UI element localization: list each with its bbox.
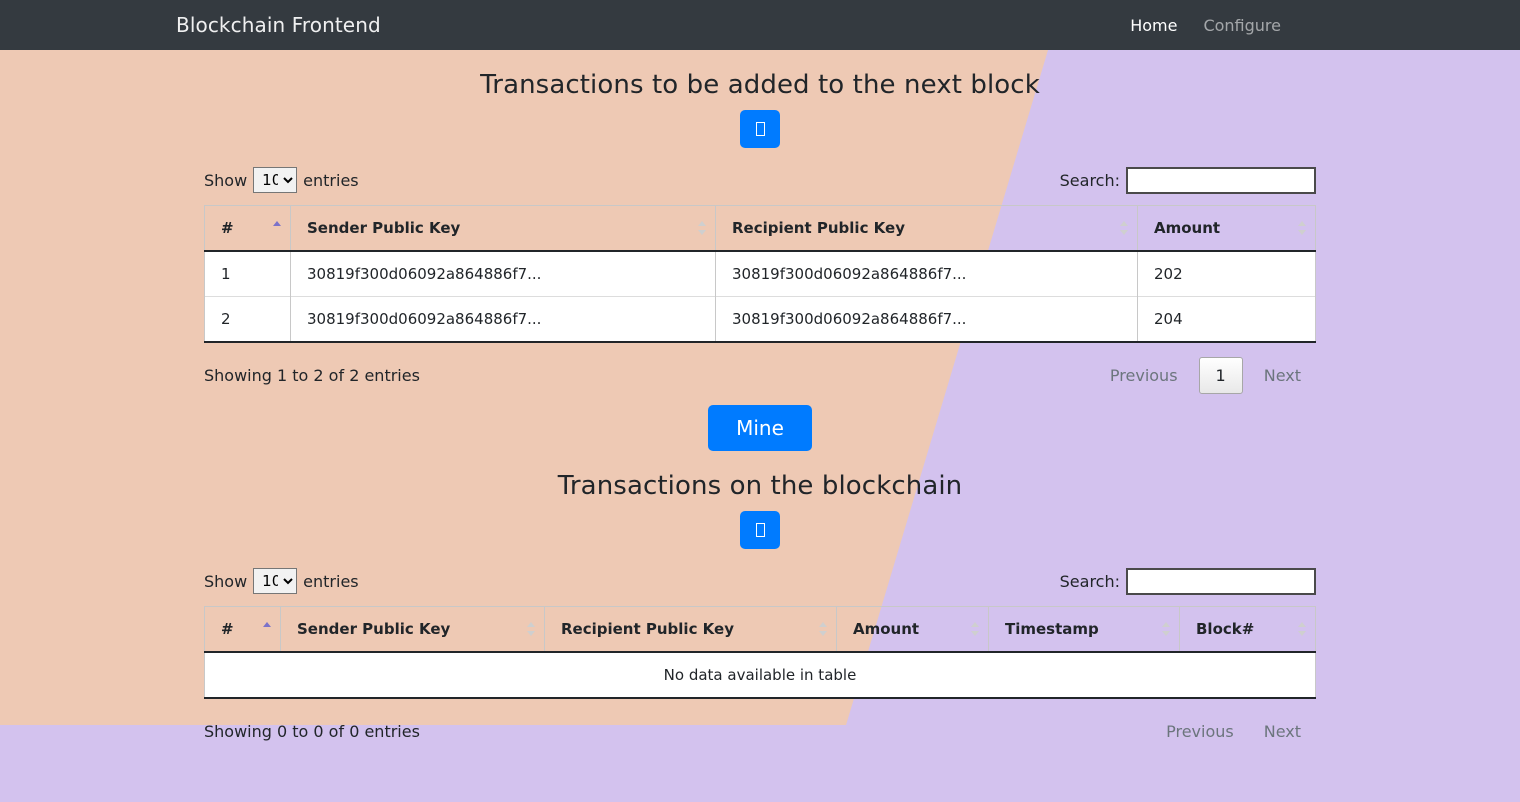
blockchain-show-label: Show	[204, 571, 248, 591]
pending-col-amount[interactable]: Amount	[1137, 205, 1316, 252]
blockchain-refresh-wrap	[0, 511, 1520, 549]
pending-previous-button[interactable]: Previous	[1095, 357, 1193, 394]
pending-search-input[interactable]	[1126, 166, 1316, 194]
cell-index: 2	[204, 296, 291, 342]
top-navbar: Blockchain Frontend Home Configure	[0, 0, 1520, 50]
pending-transactions-title: Transactions to be added to the next blo…	[480, 70, 1040, 100]
pending-length-control: Show 10 entries	[204, 167, 359, 193]
pending-next-button[interactable]: Next	[1249, 357, 1316, 394]
blockchain-col-index-label: #	[221, 620, 234, 638]
refresh-icon	[755, 121, 765, 136]
pending-table-body: 1 30819f300d06092a864886f7... 30819f300d…	[204, 251, 1316, 342]
sort-neutral-icon	[1162, 621, 1170, 637]
pending-refresh-wrap	[0, 110, 1520, 148]
pending-table-footer: Showing 1 to 2 of 2 entries Previous 1 N…	[204, 343, 1316, 394]
blockchain-entries-label: entries	[303, 571, 359, 591]
blockchain-table-body: No data available in table	[204, 652, 1316, 698]
pending-col-sender-label: Sender Public Key	[307, 219, 461, 237]
pending-transactions-table: # Sender Public Key Recipient Public Key	[204, 205, 1316, 343]
cell-index: 1	[204, 251, 291, 297]
blockchain-previous-button[interactable]: Previous	[1151, 713, 1249, 750]
blockchain-table-controls: Show 10 entries Search:	[204, 563, 1316, 599]
blockchain-entries-select[interactable]: 10	[253, 568, 298, 594]
sort-neutral-icon	[1120, 220, 1128, 236]
table-row-empty: No data available in table	[204, 652, 1316, 698]
blockchain-col-amount[interactable]: Amount	[836, 606, 989, 653]
pending-refresh-button[interactable]	[740, 110, 780, 148]
pending-col-amount-label: Amount	[1154, 219, 1221, 237]
pending-table-controls: Show 10 entries Search:	[204, 162, 1316, 198]
cell-amount: 204	[1137, 296, 1316, 342]
pending-col-index[interactable]: #	[204, 205, 291, 252]
blockchain-search-label: Search:	[1059, 571, 1120, 591]
table-row[interactable]: 1 30819f300d06092a864886f7... 30819f300d…	[204, 251, 1316, 297]
blockchain-transactions-title: Transactions on the blockchain	[557, 471, 963, 501]
pending-col-recipient-label: Recipient Public Key	[732, 219, 905, 237]
nav-link-home[interactable]: Home	[1130, 16, 1177, 35]
cell-sender: 30819f300d06092a864886f7...	[290, 296, 716, 342]
pending-search-control: Search:	[1059, 166, 1316, 194]
sort-neutral-icon	[698, 220, 706, 236]
blockchain-col-index[interactable]: #	[204, 606, 281, 653]
blockchain-refresh-button[interactable]	[740, 511, 780, 549]
pending-col-sender[interactable]: Sender Public Key	[290, 205, 716, 252]
main-content: Transactions to be added to the next blo…	[0, 50, 1520, 750]
blockchain-col-sender[interactable]: Sender Public Key	[280, 606, 545, 653]
blockchain-col-timestamp-label: Timestamp	[1005, 620, 1099, 638]
sort-neutral-icon	[1298, 220, 1306, 236]
mine-button[interactable]: Mine	[708, 405, 812, 451]
empty-table-message: No data available in table	[204, 652, 1316, 698]
navbar-links: Home Configure	[1130, 16, 1480, 35]
blockchain-col-blocknum-label: Block#	[1196, 620, 1255, 638]
blockchain-search-control: Search:	[1059, 567, 1316, 595]
pending-page-1-button[interactable]: 1	[1198, 357, 1243, 394]
cell-recipient: 30819f300d06092a864886f7...	[715, 251, 1138, 297]
cell-amount: 202	[1137, 251, 1316, 297]
sort-neutral-icon	[1298, 621, 1306, 637]
sort-neutral-icon	[819, 621, 827, 637]
blockchain-pagination: Previous Next	[1151, 713, 1316, 750]
refresh-icon	[755, 522, 765, 537]
blockchain-col-recipient-label: Recipient Public Key	[561, 620, 734, 638]
sort-neutral-icon	[971, 621, 979, 637]
pending-table-head: # Sender Public Key Recipient Public Key	[204, 205, 1316, 252]
pending-entries-label: entries	[303, 170, 359, 190]
blockchain-col-timestamp[interactable]: Timestamp	[988, 606, 1180, 653]
blockchain-table-head: # Sender Public Key Recipient Public Key	[204, 606, 1316, 653]
blockchain-length-control: Show 10 entries	[204, 568, 359, 594]
cell-recipient: 30819f300d06092a864886f7...	[715, 296, 1138, 342]
blockchain-table-info: Showing 0 to 0 of 0 entries	[204, 722, 420, 741]
pending-col-index-label: #	[221, 219, 234, 237]
pending-table-info: Showing 1 to 2 of 2 entries	[204, 366, 420, 385]
blockchain-transactions-table: # Sender Public Key Recipient Public Key	[204, 606, 1316, 699]
nav-link-configure[interactable]: Configure	[1203, 16, 1281, 35]
pending-search-label: Search:	[1059, 170, 1120, 190]
pending-entries-select[interactable]: 10	[253, 167, 298, 193]
pending-transactions-table-block: Show 10 entries Search: # Sender Public …	[204, 148, 1316, 394]
blockchain-col-amount-label: Amount	[853, 620, 920, 638]
blockchain-search-input[interactable]	[1126, 567, 1316, 595]
sort-ascending-icon	[263, 621, 271, 637]
blockchain-table-footer: Showing 0 to 0 of 0 entries Previous Nex…	[204, 699, 1316, 750]
blockchain-header-row: # Sender Public Key Recipient Public Key	[204, 606, 1316, 653]
sort-ascending-icon	[273, 220, 281, 236]
blockchain-col-sender-label: Sender Public Key	[297, 620, 451, 638]
page-root: Blockchain Frontend Home Configure Trans…	[0, 0, 1520, 802]
mine-button-wrap: Mine	[0, 394, 1520, 451]
blockchain-next-button[interactable]: Next	[1249, 713, 1316, 750]
blockchain-transactions-table-block: Show 10 entries Search: # Sender Public …	[204, 549, 1316, 750]
blockchain-col-blocknum[interactable]: Block#	[1179, 606, 1316, 653]
table-row[interactable]: 2 30819f300d06092a864886f7... 30819f300d…	[204, 296, 1316, 342]
pending-col-recipient[interactable]: Recipient Public Key	[715, 205, 1138, 252]
pending-show-label: Show	[204, 170, 248, 190]
blockchain-col-recipient[interactable]: Recipient Public Key	[544, 606, 837, 653]
pending-pagination: Previous 1 Next	[1095, 357, 1316, 394]
sort-neutral-icon	[527, 621, 535, 637]
cell-sender: 30819f300d06092a864886f7...	[290, 251, 716, 297]
navbar-brand[interactable]: Blockchain Frontend	[176, 13, 381, 37]
pending-header-row: # Sender Public Key Recipient Public Key	[204, 205, 1316, 252]
